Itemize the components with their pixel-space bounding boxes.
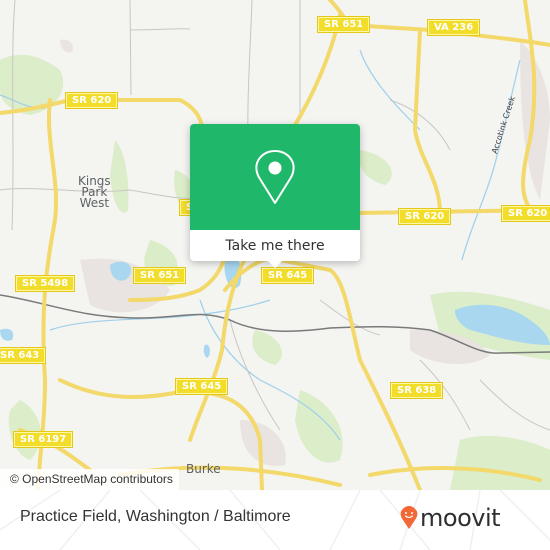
road-shield: SR 651 — [316, 16, 371, 33]
map[interactable]: SR 651 VA 236 SR 620 SR 620 SR 620 SR 54… — [0, 0, 550, 490]
location-pin-icon — [255, 150, 295, 204]
location-popup: Take me there — [190, 124, 360, 268]
popup-header — [190, 124, 360, 230]
take-me-there-button[interactable]: Take me there — [190, 230, 360, 261]
moovit-pin-icon — [400, 506, 418, 529]
road-shield: SR 620 — [397, 208, 452, 225]
brand-name: moovit — [420, 504, 501, 532]
footer: Practice Field, Washington / Baltimore m… — [0, 490, 550, 550]
map-attribution[interactable]: © OpenStreetMap contributors — [0, 469, 179, 490]
popup-pointer — [267, 260, 283, 268]
road-shield: SR 638 — [389, 382, 444, 399]
road-shield: SR 643 — [0, 347, 47, 364]
road-shield: SR 5498 — [14, 275, 76, 292]
moovit-logo[interactable]: moovit — [400, 504, 501, 532]
location-title: Practice Field, Washington / Baltimore — [20, 508, 291, 525]
road-shield: SR 620 — [64, 92, 119, 109]
road-shield: SR 620 — [500, 205, 550, 222]
road-shield: SR 645 — [260, 267, 315, 284]
place-label-kings-park-west: Kings Park West — [78, 174, 111, 210]
road-shield: VA 236 — [426, 19, 481, 36]
road-shield: SR 651 — [132, 267, 187, 284]
place-label-burke: Burke — [186, 462, 221, 476]
road-shield: SR 6197 — [12, 431, 74, 448]
road-shield: SR 645 — [174, 378, 229, 395]
